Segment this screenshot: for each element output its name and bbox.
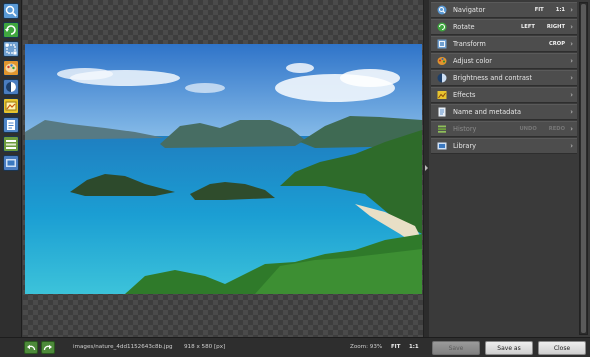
collapse-arrow-icon[interactable] <box>425 165 428 171</box>
panel-item-label: Library <box>453 142 477 150</box>
tools-panel: Navigator FIT 1:1 › Rotate LEFT RIGHT › … <box>429 0 590 337</box>
history-icon <box>6 140 16 149</box>
panel-item-library[interactable]: Library › <box>431 138 577 154</box>
image-canvas[interactable] <box>23 0 423 337</box>
redo-button[interactable] <box>41 341 55 354</box>
rotate-left-button[interactable]: LEFT <box>521 24 535 30</box>
panel-item-label: Navigator <box>453 6 486 14</box>
info-icon <box>7 120 15 130</box>
panel-item-navigator[interactable]: Navigator FIT 1:1 › <box>431 2 577 18</box>
brightness-icon <box>6 82 16 92</box>
fit-button[interactable]: FIT <box>535 7 544 13</box>
brightness-icon <box>437 73 447 83</box>
rotate-tool-button[interactable] <box>3 22 19 38</box>
panel-item-label: Adjust color <box>453 57 492 65</box>
transform-tool-button[interactable] <box>3 41 19 57</box>
panel-item-label: Name and metadata <box>453 108 522 116</box>
panel-item-label: Rotate <box>453 23 475 31</box>
magnifier-tool-button[interactable] <box>3 3 19 19</box>
brightness-tool-button[interactable] <box>3 79 19 95</box>
zoom-level: Zoom: 93% <box>350 344 383 350</box>
transform-icon <box>5 43 17 55</box>
history-tool-button[interactable] <box>3 136 19 152</box>
scrollbar-thumb[interactable] <box>581 4 586 333</box>
crop-button[interactable]: CROP <box>549 41 565 47</box>
zoom-one-to-one-button[interactable]: 1:1 <box>409 344 419 350</box>
chevron-right-icon: › <box>570 108 573 116</box>
effects-icon <box>437 91 447 99</box>
panel-item-adjust-color[interactable]: Adjust color › <box>431 53 577 69</box>
chevron-right-icon: › <box>570 6 573 14</box>
palette-icon <box>437 57 447 65</box>
adjust-color-tool-button[interactable] <box>3 60 19 76</box>
image-editor-window: Navigator FIT 1:1 › Rotate LEFT RIGHT › … <box>0 0 590 357</box>
history-icon <box>438 125 446 133</box>
chevron-right-icon: › <box>570 74 573 82</box>
zoom-fit-button[interactable]: FIT <box>391 344 400 350</box>
library-icon <box>6 159 16 167</box>
library-tool-button[interactable] <box>3 155 19 171</box>
effects-icon <box>5 101 17 111</box>
file-name: images/nature_4dd1152643c8b.jpg <box>73 344 173 350</box>
chevron-right-icon: › <box>570 57 573 65</box>
metadata-tool-button[interactable] <box>3 117 19 133</box>
chevron-right-icon: › <box>570 91 573 99</box>
panel-item-label: History <box>453 125 477 133</box>
magnifier-icon <box>5 5 17 17</box>
info-icon <box>438 107 446 117</box>
chevron-right-icon: › <box>570 23 573 31</box>
close-button[interactable]: Close <box>538 341 586 355</box>
chevron-right-icon: › <box>570 125 573 133</box>
panel-scrollbar[interactable] <box>579 2 588 335</box>
panel-item-history[interactable]: History UNDO REDO › <box>431 121 577 137</box>
panel-item-label: Effects <box>453 91 476 99</box>
panel-item-brightness-contrast[interactable]: Brightness and contrast › <box>431 70 577 86</box>
panel-item-name-metadata[interactable]: Name and metadata › <box>431 104 577 120</box>
undo-button[interactable]: UNDO <box>519 126 536 132</box>
rotate-icon <box>437 22 447 32</box>
palette-icon <box>5 63 17 73</box>
one-to-one-button[interactable]: 1:1 <box>556 7 565 13</box>
library-icon <box>437 142 447 150</box>
effects-tool-button[interactable] <box>3 98 19 114</box>
panel-item-transform[interactable]: Transform CROP › <box>431 36 577 52</box>
save-as-button[interactable]: Save as <box>485 341 533 355</box>
transform-icon <box>437 39 447 49</box>
rotate-right-button[interactable]: RIGHT <box>547 24 565 30</box>
rotate-icon <box>5 25 16 35</box>
navigator-icon <box>437 5 447 15</box>
photo-preview <box>25 44 422 294</box>
left-toolbar <box>0 0 22 357</box>
panel-item-label: Transform <box>453 40 486 48</box>
undo-arrow-icon <box>27 344 36 350</box>
undo-button[interactable] <box>24 341 38 354</box>
panel-item-label: Brightness and contrast <box>453 74 532 82</box>
chevron-right-icon: › <box>570 142 573 150</box>
save-button[interactable]: Save <box>432 341 480 355</box>
chevron-right-icon: › <box>570 40 573 48</box>
redo-button[interactable]: REDO <box>549 126 565 132</box>
redo-arrow-icon <box>43 344 52 350</box>
panel-item-effects[interactable]: Effects › <box>431 87 577 103</box>
image-dimensions: 918 x 580 [px] <box>184 344 226 350</box>
status-bar: images/nature_4dd1152643c8b.jpg 918 x 58… <box>0 337 590 357</box>
panel-item-rotate[interactable]: Rotate LEFT RIGHT › <box>431 19 577 35</box>
